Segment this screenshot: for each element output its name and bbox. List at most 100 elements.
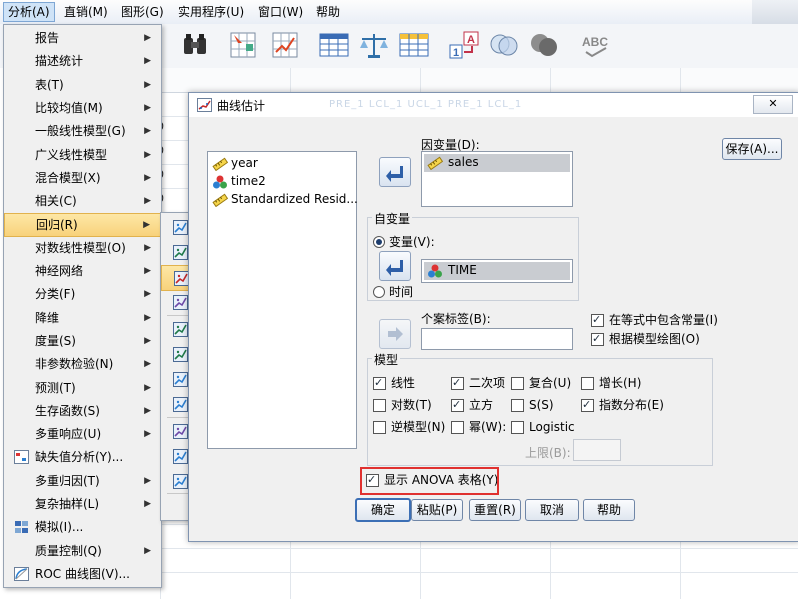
- roc-curve-icon: [14, 566, 29, 581]
- variable-select-icon[interactable]: [228, 30, 260, 60]
- move-dependent-button[interactable]: [379, 157, 411, 187]
- menu-item-label: ROC 曲线图(V)...: [35, 566, 130, 581]
- nonlinear-icon: [173, 424, 188, 439]
- menu-help[interactable]: 帮助: [312, 3, 344, 21]
- menu-item[interactable]: 降维 ▶: [4, 307, 161, 329]
- checkbox-box: [591, 312, 604, 328]
- circles-icon[interactable]: [528, 30, 560, 60]
- submenu-arrow-icon: ▶: [144, 149, 151, 160]
- curve-estimation-icon: [197, 98, 212, 112]
- menu-direct-marketing[interactable]: 直销(M): [60, 3, 112, 21]
- menu-item-label: 报告: [35, 31, 60, 45]
- help-button[interactable]: 帮助: [583, 499, 635, 521]
- menu-item[interactable]: 回归(R) ▶: [4, 213, 161, 238]
- model-label: 对数(T): [391, 398, 432, 412]
- menu-item-label: 质量控制(Q): [35, 543, 102, 558]
- move-case-label-button[interactable]: [379, 319, 411, 349]
- menu-graphs[interactable]: 图形(G): [117, 3, 168, 21]
- menu-item[interactable]: 描述统计 ▶: [4, 50, 161, 72]
- menu-item[interactable]: 比较均值(M) ▶: [4, 97, 161, 119]
- radio-dot: [373, 286, 385, 298]
- menu-item[interactable]: 一般线性模型(G) ▶: [4, 120, 161, 142]
- venn-icon[interactable]: [488, 30, 520, 60]
- model-label: S(S): [529, 398, 554, 412]
- menu-item-label: 分类(F): [35, 287, 76, 302]
- scale-icon[interactable]: [358, 30, 390, 60]
- ok-button[interactable]: 确定: [355, 498, 411, 522]
- auto-linear-icon: [173, 220, 188, 235]
- reset-button[interactable]: 重置(R): [469, 499, 521, 521]
- table-icon[interactable]: [318, 30, 350, 60]
- variable-name: Standardized Resid...: [231, 192, 358, 206]
- window-controls[interactable]: [752, 0, 798, 24]
- submenu-arrow-icon: ▶: [144, 79, 151, 90]
- menu-item[interactable]: 缺失值分析(Y)...: [4, 446, 161, 468]
- menu-item[interactable]: 模拟(I)...: [4, 516, 161, 538]
- menu-item[interactable]: 分类(F) ▶: [4, 283, 161, 305]
- move-independent-button[interactable]: [379, 251, 411, 281]
- menu-item[interactable]: 多重归因(T) ▶: [4, 470, 161, 492]
- submenu-arrow-icon: ▶: [144, 545, 151, 556]
- model-label: 二次项: [469, 376, 506, 390]
- include-constant-label: 在等式中包含常量(I): [609, 313, 718, 327]
- independent-variable-box[interactable]: TIME: [421, 259, 573, 283]
- dependent-variable-item[interactable]: sales: [424, 154, 570, 172]
- menu-item[interactable]: 神经网络 ▶: [4, 260, 161, 282]
- menu-item[interactable]: 预测(T) ▶: [4, 377, 161, 399]
- variable-name: year: [231, 156, 258, 170]
- variable-item[interactable]: Standardized Resid...: [212, 190, 358, 208]
- menu-item[interactable]: 非参数检验(N) ▶: [4, 353, 161, 375]
- value-labels-icon[interactable]: A1: [448, 30, 480, 60]
- dependent-variable-name: sales: [448, 155, 479, 169]
- variable-item[interactable]: time2: [212, 172, 266, 190]
- menu-item[interactable]: 生存函数(S) ▶: [4, 400, 161, 422]
- menu-item[interactable]: 多重响应(U) ▶: [4, 423, 161, 445]
- menu-item[interactable]: ROC 曲线图(V)...: [4, 563, 161, 585]
- submenu-arrow-icon: ▶: [143, 220, 150, 231]
- menu-item-label: 生存函数(S): [35, 403, 100, 418]
- menu-item[interactable]: 混合模型(X) ▶: [4, 167, 161, 189]
- menu-item[interactable]: 质量控制(Q) ▶: [4, 540, 161, 562]
- menu-item[interactable]: 对数线性模型(O) ▶: [4, 237, 161, 259]
- cancel-button[interactable]: 取消: [525, 499, 579, 521]
- menu-item[interactable]: 报告 ▶: [4, 27, 161, 49]
- close-button[interactable]: ✕: [753, 95, 793, 114]
- menu-item[interactable]: 表(T) ▶: [4, 74, 161, 96]
- dialog-title-bar[interactable]: 曲线估计 PRE_1 LCL_1 UCL_1 PRE_1 LCL_1 ✕: [189, 93, 798, 117]
- binoculars-icon[interactable]: [180, 30, 212, 60]
- submenu-arrow-icon: ▶: [144, 382, 151, 393]
- source-variable-list[interactable]: year time2 Standardized Resid...: [207, 151, 358, 449]
- menu-item[interactable]: 相关(C) ▶: [4, 190, 161, 212]
- menu-item[interactable]: 复杂抽样(L) ▶: [4, 493, 161, 515]
- paste-button[interactable]: 粘贴(P): [411, 499, 463, 521]
- curve-estimation-icon: [174, 271, 189, 286]
- variable-item[interactable]: year: [212, 154, 258, 172]
- menu-item-label: 神经网络: [35, 264, 84, 278]
- simulation-icon: [15, 521, 28, 534]
- menu-item-label: 降维: [35, 310, 60, 325]
- probit-icon: [173, 397, 188, 412]
- menu-analyze[interactable]: 分析(A): [3, 2, 55, 22]
- submenu-arrow-icon: ▶: [144, 126, 151, 137]
- background-column-headers: PRE_1 LCL_1 UCL_1 PRE_1 LCL_1: [329, 99, 523, 110]
- abc-spellcheck-icon[interactable]: ABC: [580, 30, 612, 60]
- case-label-field[interactable]: [421, 328, 573, 350]
- menu-utilities[interactable]: 实用程序(U): [174, 3, 248, 21]
- menu-window[interactable]: 窗口(W): [254, 3, 307, 21]
- upper-bound-field[interactable]: [573, 439, 621, 461]
- menu-item-label: 复杂抽样(L): [35, 497, 100, 511]
- model-label: 增长(H): [599, 376, 642, 390]
- ordinal-icon: [173, 372, 188, 387]
- cell-editor-row[interactable]: [160, 68, 798, 93]
- submenu-arrow-icon: ▶: [144, 312, 151, 323]
- menu-item[interactable]: 度量(S) ▶: [4, 330, 161, 352]
- submenu-arrow-icon: ▶: [144, 475, 151, 486]
- menu-item[interactable]: 广义线性模型 ▶: [4, 144, 161, 166]
- checkbox-box: [451, 375, 464, 391]
- case-select-icon[interactable]: [270, 30, 302, 60]
- dependent-variable-box[interactable]: sales: [421, 151, 573, 207]
- submenu-arrow-icon: ▶: [144, 289, 151, 300]
- independent-variable-item[interactable]: TIME: [424, 262, 570, 280]
- save-button[interactable]: 保存(A)...: [722, 138, 782, 160]
- grid-icon[interactable]: [398, 30, 430, 60]
